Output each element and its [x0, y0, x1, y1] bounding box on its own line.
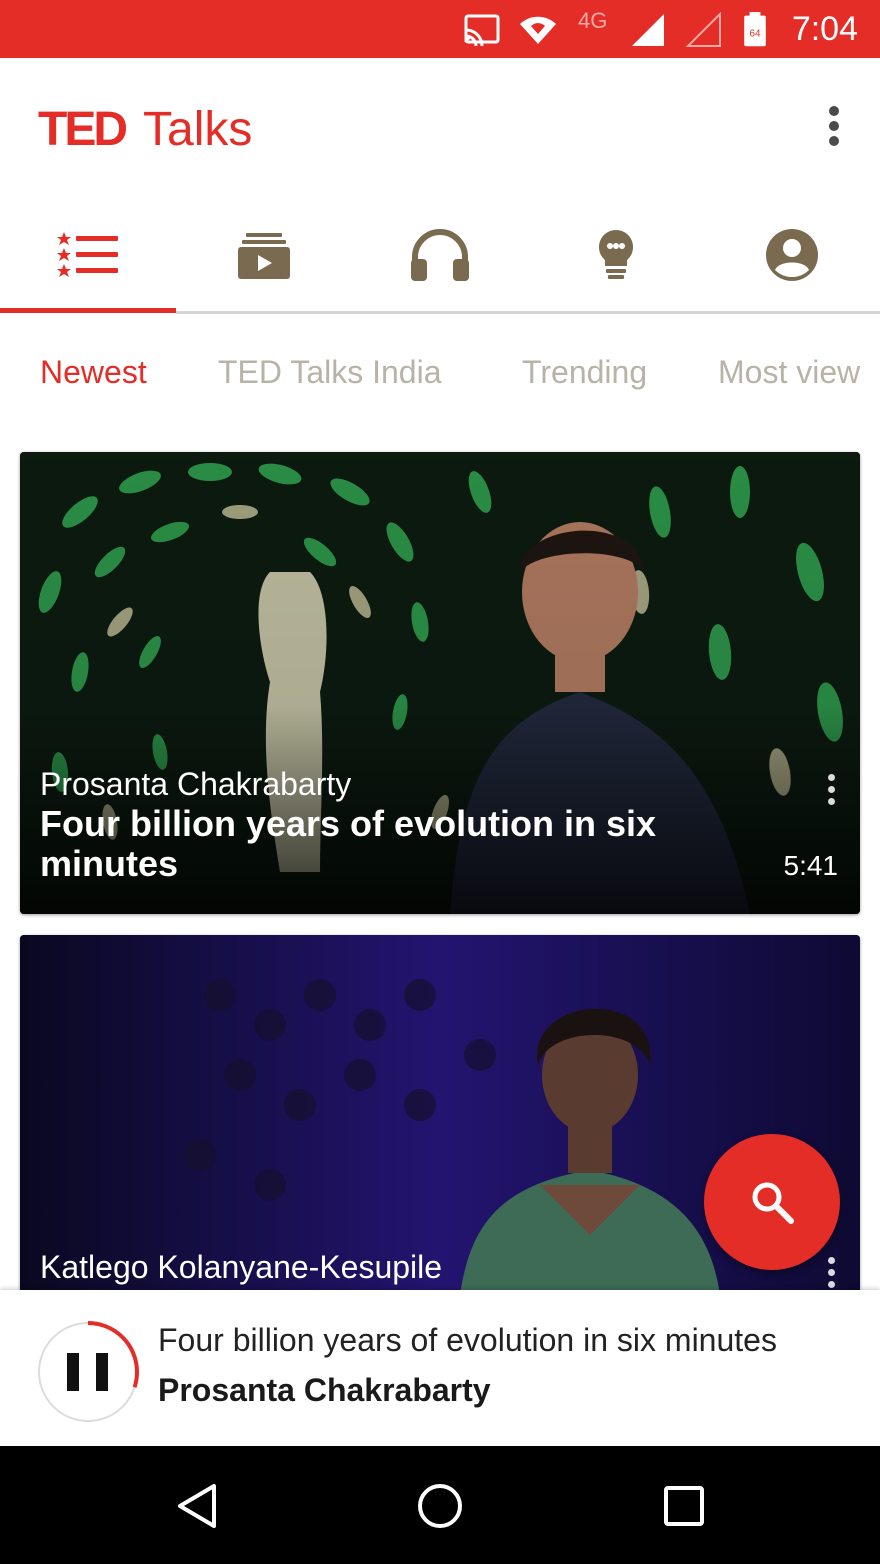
talk-title: Four billion years of evolution in six m…: [40, 803, 657, 884]
playlists-icon: [238, 233, 290, 279]
app-bar: TED Talks: [0, 58, 880, 198]
surprise-me-lightbulb-icon: [598, 229, 634, 279]
signal-icon: [632, 14, 664, 46]
back-button[interactable]: [166, 1480, 226, 1532]
status-bar: 4G 64 7:04: [0, 0, 880, 58]
tab-surprise-me[interactable]: [528, 198, 704, 312]
my-talks-profile-icon: [766, 229, 818, 281]
search-fab[interactable]: [704, 1134, 840, 1270]
system-nav-bar: [0, 1446, 880, 1564]
active-tab-indicator: [0, 308, 176, 313]
recents-icon: [664, 1486, 704, 1526]
back-icon: [178, 1484, 216, 1528]
category-tabs: Newest TED Talks India Trending Most vie…: [0, 322, 880, 432]
logo-talks: Talks: [143, 103, 253, 156]
tab-podcasts[interactable]: [352, 198, 528, 312]
logo-ted: TED: [38, 103, 128, 156]
tab-divider: [176, 311, 880, 314]
talk-card[interactable]: Prosanta Chakrabarty Four billion years …: [20, 452, 860, 914]
tab-talks[interactable]: [0, 198, 176, 312]
talks-list-icon: [57, 232, 118, 277]
talk-speaker: Prosanta Chakrabarty: [40, 766, 352, 802]
cast-icon: [464, 14, 500, 47]
tab-trending[interactable]: Trending: [522, 354, 647, 391]
tab-playlists[interactable]: [176, 198, 352, 312]
home-icon: [418, 1484, 462, 1528]
tab-most-viewed[interactable]: Most view: [718, 354, 860, 391]
battery-level-label: 64: [750, 28, 761, 39]
wifi-icon: [520, 16, 556, 44]
home-button[interactable]: [410, 1480, 470, 1532]
recents-button[interactable]: [654, 1480, 714, 1532]
tab-newest[interactable]: Newest: [40, 354, 147, 391]
talk-duration: 5:41: [783, 850, 839, 881]
tab-ted-talks-india[interactable]: TED Talks India: [218, 354, 442, 391]
network-type-label: 4G: [578, 8, 608, 33]
search-icon: [752, 1182, 794, 1224]
talk-speaker: Katlego Kolanyane-Kesupile: [40, 1249, 443, 1285]
battery-icon: 64: [744, 12, 766, 47]
ted-talks-logo: TED Talks: [38, 102, 252, 158]
more-vert-icon[interactable]: [822, 106, 846, 150]
main-icon-tabs: [0, 198, 880, 318]
status-time: 7:04: [791, 10, 858, 48]
now-playing-title: Four billion years of evolution in six m…: [158, 1322, 777, 1358]
signal-empty-icon: [685, 12, 721, 47]
play-pause-button[interactable]: [36, 1320, 140, 1424]
tab-my-talks[interactable]: [704, 198, 880, 312]
now-playing-bar[interactable]: Four billion years of evolution in six m…: [0, 1290, 880, 1446]
card-more-icon[interactable]: [826, 1257, 836, 1291]
playback-progress-ring: [37, 1321, 139, 1423]
podcasts-headphones-icon: [411, 229, 469, 281]
card-more-icon[interactable]: [826, 774, 836, 808]
now-playing-speaker: Prosanta Chakrabarty: [158, 1372, 491, 1408]
